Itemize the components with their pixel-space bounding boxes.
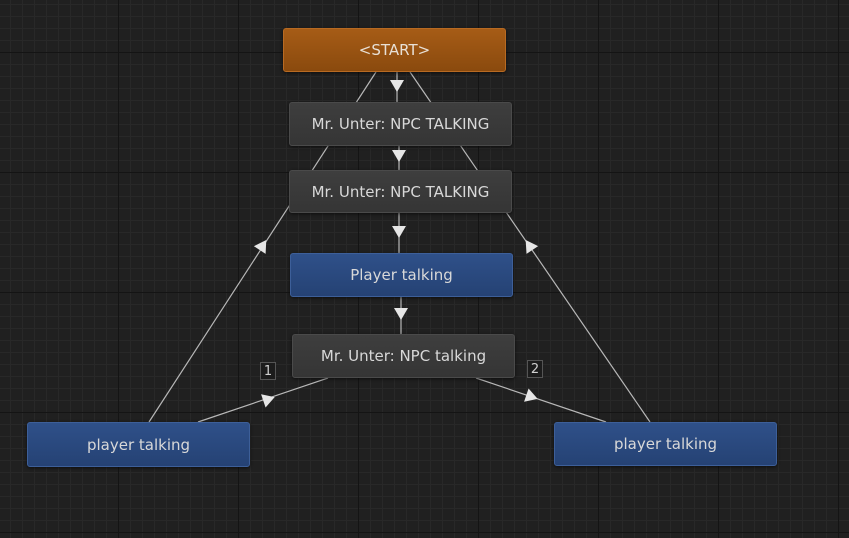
player-talking-node-left[interactable]: player talking — [27, 422, 250, 467]
arrow-head — [392, 226, 406, 238]
arrow-head — [394, 308, 408, 320]
npc-node-label: Mr. Unter: NPC TALKING — [311, 115, 490, 133]
start-node[interactable]: <START> — [283, 28, 506, 72]
edge-label-2: 2 — [527, 360, 543, 378]
npc-talking-node-2[interactable]: Mr. Unter: NPC TALKING — [289, 170, 512, 213]
player-talking-node-right[interactable]: player talking — [554, 422, 777, 466]
player-node-label: player talking — [613, 435, 718, 453]
edge-label-1: 1 — [260, 362, 276, 380]
edge-npc3-player-right[interactable] — [475, 377, 607, 423]
player-node-label: Player talking — [350, 266, 453, 284]
arrow-head — [261, 394, 275, 408]
arrow-head — [524, 388, 538, 402]
npc-node-label: Mr. Unter: NPC TALKING — [311, 182, 490, 201]
arrow-head — [392, 150, 406, 162]
npc-node-label: Mr. Unter: NPC talking — [320, 347, 487, 365]
arrow-head — [253, 239, 267, 254]
player-talking-node-1[interactable]: Player talking — [290, 253, 513, 297]
npc-talking-node-1[interactable]: Mr. Unter: NPC TALKING — [289, 102, 512, 146]
player-node-label: player talking — [86, 435, 191, 454]
edge-npc3-player-left[interactable] — [197, 377, 329, 423]
npc-talking-node-3[interactable]: Mr. Unter: NPC talking — [292, 334, 515, 378]
arrow-head — [525, 240, 539, 254]
start-node-label: <START> — [358, 41, 431, 59]
arrow-head — [390, 80, 404, 92]
